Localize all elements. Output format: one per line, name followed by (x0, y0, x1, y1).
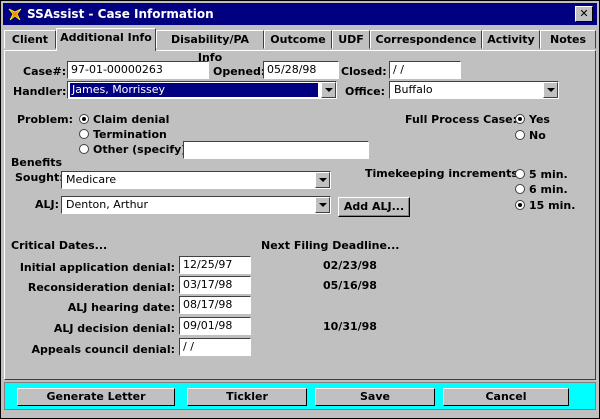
radio-selected-icon (79, 114, 89, 124)
reconsideration-denial-deadline: 05/16/98 (323, 279, 377, 292)
case-number-field[interactable]: 97-01-00000263 (67, 61, 209, 79)
reconsideration-denial-label: Reconsideration denial: (27, 281, 175, 294)
benefits-sought-select[interactable]: Medicare (61, 171, 331, 189)
alj-value: Denton, Arthur (66, 198, 149, 211)
critical-dates-header: Critical Dates... (11, 239, 108, 252)
radio-icon (79, 129, 89, 139)
alj-decision-denial-date-field[interactable]: 09/01/98 (179, 317, 251, 335)
tab-udf[interactable]: UDF (332, 30, 370, 49)
chevron-down-icon[interactable] (315, 197, 330, 213)
alj-decision-denial-label: ALJ decision denial: (53, 322, 175, 335)
office-label: Office: (345, 85, 385, 98)
office-select[interactable]: Buffalo (389, 81, 559, 99)
generate-letter-button[interactable]: Generate Letter (17, 388, 175, 406)
tab-disability-pa-info[interactable]: Disability/PA Info (156, 30, 264, 64)
other-specify-field[interactable] (183, 141, 369, 159)
closed-date-field[interactable]: / / (389, 61, 461, 79)
radio-icon (79, 144, 89, 154)
additional-info-panel: Case#: 97-01-00000263 Opened: 05/28/98 C… (4, 50, 596, 380)
close-icon: ✕ (579, 7, 589, 20)
chevron-down-icon[interactable] (321, 82, 336, 98)
tab-additional-info[interactable]: Additional Info (56, 28, 156, 51)
office-value: Buffalo (394, 83, 433, 96)
tab-client[interactable]: Client (4, 30, 56, 49)
case-label: Case#: (23, 65, 67, 78)
tab-notes[interactable]: Notes (540, 30, 596, 49)
initial-denial-label: Initial application denial: (19, 261, 175, 274)
initial-denial-deadline: 02/23/98 (323, 259, 377, 272)
tab-activity[interactable]: Activity (482, 30, 540, 49)
tab-bar: Client Additional Info Disability/PA Inf… (4, 28, 598, 64)
tickler-button[interactable]: Tickler (187, 388, 307, 406)
close-button[interactable]: ✕ (575, 6, 593, 22)
problem-label: Problem: (17, 113, 74, 126)
app-icon (8, 8, 22, 21)
window-title: SSAssist - Case Information (27, 7, 214, 21)
chevron-down-icon[interactable] (543, 82, 558, 98)
tab-outcome[interactable]: Outcome (264, 30, 332, 49)
radio-icon (515, 184, 525, 194)
benefits-sought-value: Medicare (66, 173, 117, 186)
alj-label: ALJ: (35, 198, 60, 211)
tab-correspondence[interactable]: Correspondence (370, 30, 482, 49)
alj-hearing-date-label: ALJ hearing date: (67, 301, 175, 314)
appeals-council-denial-date-field[interactable]: / / (179, 338, 251, 356)
handler-label: Handler: (13, 85, 67, 98)
closed-label: Closed: (341, 65, 387, 78)
radio-icon (515, 130, 525, 140)
full-process-label: Full Process Case: (405, 113, 518, 126)
cancel-button[interactable]: Cancel (443, 388, 569, 406)
handler-select[interactable]: James, Morrissey (67, 81, 337, 99)
initial-denial-date-field[interactable]: 12/25/97 (179, 256, 251, 274)
save-button[interactable]: Save (315, 388, 435, 406)
alj-hearing-date-field[interactable]: 08/17/98 (179, 296, 251, 314)
chevron-down-icon[interactable] (315, 172, 330, 188)
radio-selected-icon (515, 114, 525, 124)
alj-select[interactable]: Denton, Arthur (61, 196, 331, 214)
handler-value: James, Morrissey (70, 83, 318, 97)
case-information-window: SSAssist - Case Information ✕ Client Add… (0, 0, 600, 419)
add-alj-button[interactable]: Add ALJ... (338, 197, 410, 217)
title-bar: SSAssist - Case Information ✕ (3, 3, 597, 25)
opened-label: Opened: (213, 65, 266, 78)
opened-date-field[interactable]: 05/28/98 (263, 61, 339, 79)
sought-label: Sought: (15, 171, 64, 184)
appeals-council-denial-label: Appeals council denial: (31, 343, 175, 356)
next-filing-deadline-header: Next Filing Deadline... (261, 239, 400, 252)
timekeeping-label: Timekeeping increments: (365, 167, 523, 180)
button-bar: Generate Letter Tickler Save Cancel (4, 382, 596, 410)
radio-icon (515, 169, 525, 179)
benefits-label: Benefits (11, 156, 63, 169)
radio-selected-icon (515, 200, 525, 210)
reconsideration-denial-date-field[interactable]: 03/17/98 (179, 276, 251, 294)
alj-decision-denial-deadline: 10/31/98 (323, 320, 377, 333)
